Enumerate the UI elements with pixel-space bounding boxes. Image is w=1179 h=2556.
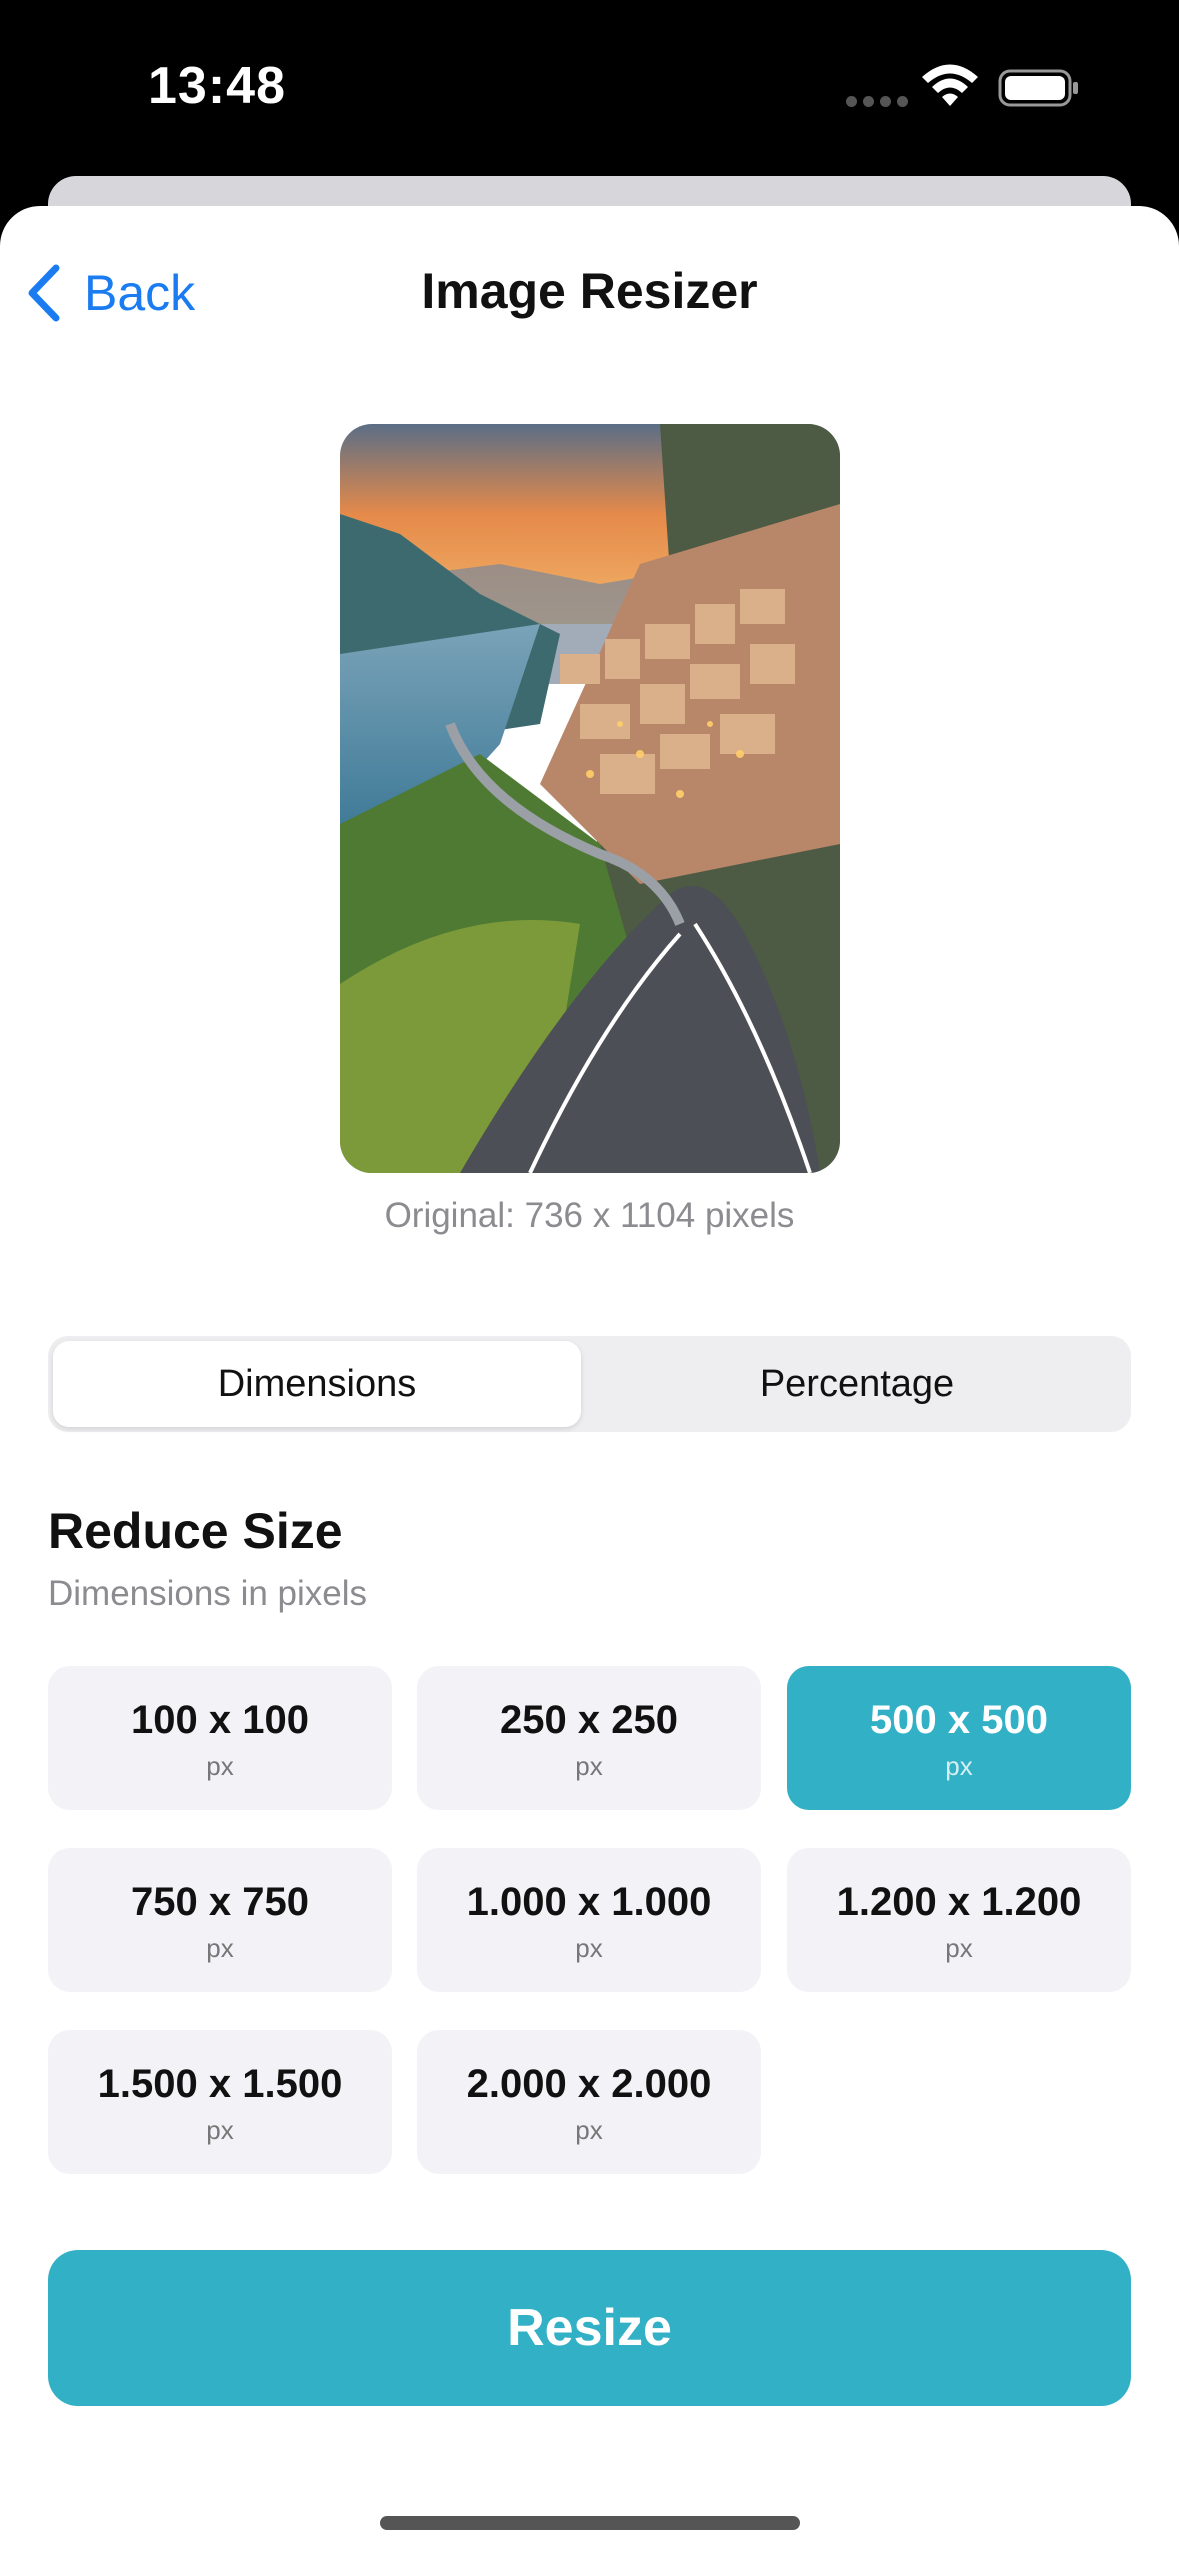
- mode-segmented-control: Dimensions Percentage: [48, 1336, 1131, 1432]
- size-option-value: 500 x 500: [870, 1698, 1048, 1742]
- size-option-value: 100 x 100: [131, 1698, 309, 1742]
- section-title: Reduce Size: [48, 1503, 343, 1559]
- size-option-unit: px: [575, 2115, 603, 2145]
- size-option-1000[interactable]: 1.000 x 1.000 px: [417, 1848, 761, 1992]
- status-bar: 13:48: [0, 0, 1179, 180]
- resize-button[interactable]: Resize: [48, 2250, 1131, 2406]
- size-option-1200[interactable]: 1.200 x 1.200 px: [787, 1848, 1131, 1992]
- size-option-500[interactable]: 500 x 500 px: [787, 1666, 1131, 1810]
- size-option-250[interactable]: 250 x 250 px: [417, 1666, 761, 1810]
- page-title: Image Resizer: [421, 263, 758, 319]
- size-option-value: 1.000 x 1.000: [466, 1880, 712, 1924]
- size-option-unit: px: [575, 1933, 603, 1963]
- size-option-unit: px: [575, 1751, 603, 1781]
- size-option-unit: px: [206, 1751, 234, 1781]
- size-option-value: 1.200 x 1.200: [836, 1880, 1082, 1924]
- size-option-unit: px: [945, 1933, 973, 1963]
- size-option-value: 1.500 x 1.500: [97, 2062, 343, 2106]
- size-option-unit: px: [206, 2115, 234, 2145]
- size-option-unit: px: [206, 1933, 234, 1963]
- size-option-100[interactable]: 100 x 100 px: [48, 1666, 392, 1810]
- size-option-1500[interactable]: 1.500 x 1.500 px: [48, 2030, 392, 2174]
- image-preview: [340, 424, 840, 1173]
- original-size-info: Original: 736 x 1104 pixels: [384, 1196, 795, 1235]
- size-option-value: 2.000 x 2.000: [466, 2062, 712, 2106]
- wifi-icon: [922, 64, 978, 106]
- size-option-750[interactable]: 750 x 750 px: [48, 1848, 392, 1992]
- tab-percentage[interactable]: Percentage: [588, 1341, 1126, 1427]
- cellular-signal-icon: [846, 96, 908, 107]
- size-option-2000[interactable]: 2.000 x 2.000 px: [417, 2030, 761, 2174]
- home-indicator: [380, 2516, 800, 2530]
- tab-dimensions[interactable]: Dimensions: [53, 1341, 581, 1427]
- size-option-value: 250 x 250: [500, 1698, 678, 1742]
- battery-icon: [998, 69, 1078, 107]
- size-option-value: 750 x 750: [131, 1880, 309, 1924]
- status-time: 13:48: [148, 57, 286, 115]
- section-subtitle: Dimensions in pixels: [48, 1574, 368, 1613]
- size-option-unit: px: [945, 1751, 973, 1781]
